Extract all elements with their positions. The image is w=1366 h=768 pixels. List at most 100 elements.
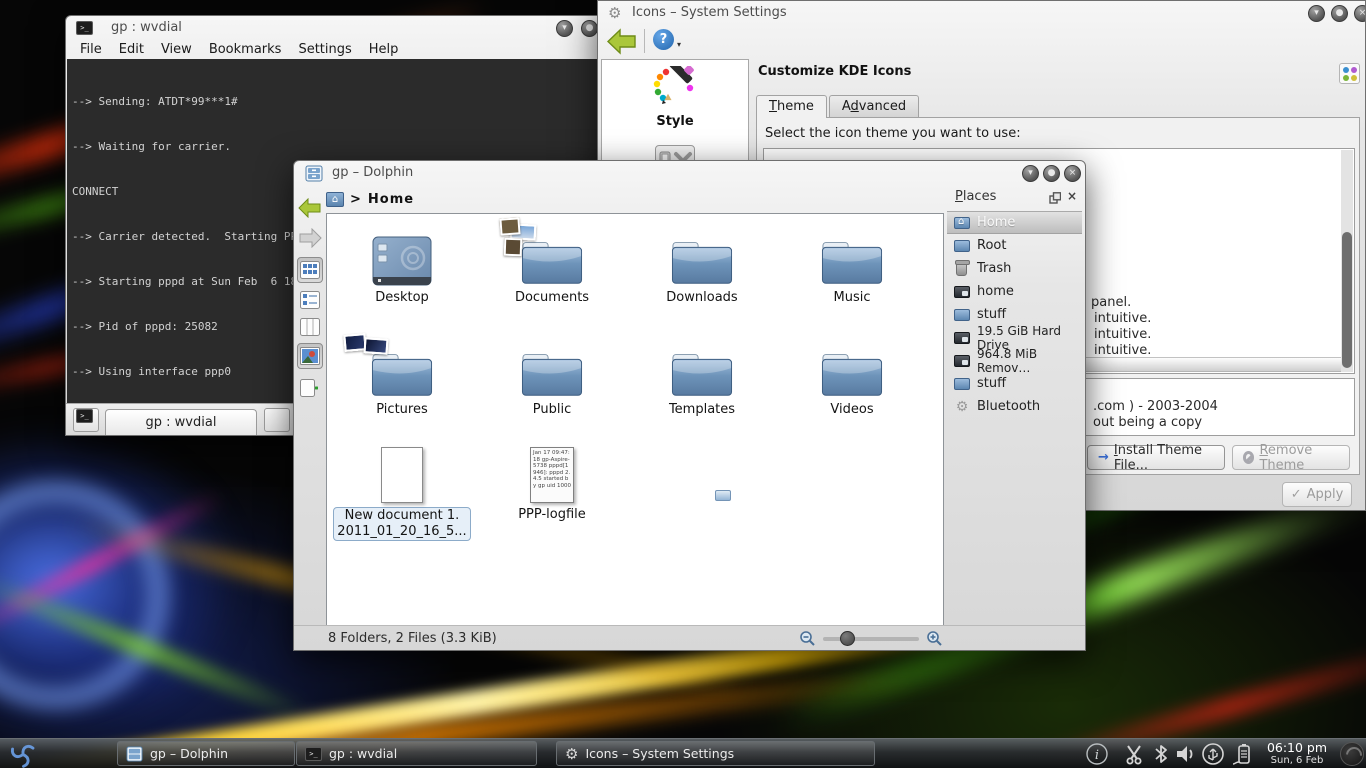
task-system-settings[interactable]: ⚙ Icons – System Settings — [556, 741, 875, 766]
place-label: stuff — [977, 307, 1006, 322]
back-button[interactable] — [606, 28, 638, 55]
terminal-tab[interactable]: gp : wvdial — [105, 409, 257, 435]
file-item-videos[interactable]: Videos — [782, 334, 922, 418]
file-label: Pictures — [332, 402, 472, 418]
split-view-button[interactable] — [297, 375, 323, 401]
dolphin-titlebar[interactable]: gp – Dolphin ▾ ● × — [294, 161, 1085, 185]
place-label: Home — [977, 215, 1015, 230]
preview-button[interactable] — [297, 343, 323, 369]
file-item-new-document[interactable]: New document 1.2011_01_20_16_5... — [332, 439, 472, 541]
folder-icon — [782, 222, 922, 286]
no-entry-icon — [1243, 451, 1254, 464]
tab-theme[interactable]: Theme — [756, 95, 827, 118]
terminal-icon: >_ — [76, 409, 93, 423]
text-preview-icon: Jan 17 09:47:18 gp-Aspire-5738 pppd[1946… — [482, 439, 622, 503]
file-item-templates[interactable]: Templates — [632, 334, 772, 418]
volume-icon[interactable] — [1174, 742, 1198, 766]
battery-icon[interactable] — [1230, 742, 1254, 766]
places-item-home[interactable]: Home — [947, 211, 1082, 234]
close-button[interactable]: × — [1064, 165, 1081, 182]
svg-text:i: i — [1095, 748, 1099, 763]
hard-drive-icon — [954, 332, 970, 344]
task-wvdial[interactable]: >_ gp : wvdial — [296, 741, 537, 766]
bluetooth-icon[interactable] — [1150, 742, 1172, 766]
detach-tab-button[interactable]: >_ — [264, 408, 290, 432]
terminal-line: --> Sending: ATDT*99***1# — [72, 94, 605, 109]
dolphin-file-view[interactable]: Desktop Documents — [326, 213, 944, 626]
maximize-button[interactable]: ● — [1043, 165, 1060, 182]
forward-button[interactable] — [297, 225, 323, 251]
file-label: Public — [482, 402, 622, 418]
notifications-icon[interactable]: i — [1085, 742, 1109, 766]
file-item-public[interactable]: Public — [482, 334, 622, 418]
float-panel-icon[interactable] — [1049, 192, 1061, 204]
install-theme-button[interactable]: → Install Theme File... — [1087, 445, 1225, 470]
terminal-icon: >_ — [305, 747, 322, 761]
close-button[interactable]: × — [1354, 5, 1366, 22]
terminal-titlebar[interactable]: >_ gp : wvdial ▾ ● × — [66, 16, 606, 40]
minimize-button[interactable]: ▾ — [556, 20, 573, 37]
maximize-button[interactable]: ● — [1331, 5, 1348, 22]
zoom-out-icon[interactable] — [799, 630, 816, 647]
launcher-icon[interactable] — [8, 740, 38, 768]
apply-button[interactable]: ✓ Apply — [1282, 482, 1352, 507]
help-button[interactable]: ? — [653, 29, 674, 50]
breadcrumb-home[interactable]: Home — [368, 192, 414, 207]
remove-theme-button[interactable]: Remove Theme — [1232, 445, 1350, 470]
file-item-ppp-logfile[interactable]: Jan 17 09:47:18 gp-Aspire-5738 pppd[1946… — [482, 439, 622, 523]
select-theme-label: Select the icon theme you want to use: — [765, 126, 1021, 141]
klipper-scissors-icon[interactable] — [1122, 742, 1146, 766]
file-item-pictures[interactable]: Pictures — [332, 334, 472, 418]
places-item-root[interactable]: Root — [947, 234, 1082, 257]
places-item-bluetooth[interactable]: ⚙ Bluetooth — [947, 395, 1082, 418]
zoom-slider-track[interactable] — [823, 637, 919, 641]
settings-titlebar[interactable]: ⚙ Icons – System Settings ▾ ● × — [598, 1, 1365, 25]
place-label: Bluetooth — [977, 399, 1040, 414]
page-title: Customize KDE Icons — [758, 64, 911, 79]
scrollbar-thumb[interactable] — [1342, 232, 1352, 368]
folder-icon — [632, 334, 772, 398]
place-label: home — [977, 284, 1014, 299]
file-item-desktop[interactable]: Desktop — [332, 222, 472, 306]
scrollbar[interactable] — [1341, 150, 1353, 372]
sidebar-item-style[interactable]: Style — [602, 60, 748, 129]
back-button[interactable] — [297, 195, 323, 221]
taskbar: gp – Dolphin >_ gp : wvdial ⚙ Icons – Sy… — [0, 738, 1366, 768]
place-label: 964.8 MiB Remov… — [977, 347, 1082, 375]
chevron-down-icon[interactable]: ▾ — [677, 40, 681, 49]
tab-advanced[interactable]: Advanced — [829, 95, 919, 117]
theme-list-text: intuitive. — [1094, 327, 1151, 342]
minimize-button[interactable]: ▾ — [1022, 165, 1039, 182]
panel-toolbox-icon[interactable] — [1340, 742, 1364, 766]
home-folder-icon[interactable]: ⌂ — [326, 192, 344, 207]
clock[interactable]: 06:10 pm Sun, 6 Feb — [1256, 740, 1338, 766]
file-label: PPP-logfile — [482, 507, 622, 523]
usb-device-icon[interactable] — [1200, 742, 1226, 766]
gear-icon: ⚙ — [608, 4, 621, 22]
dolphin-window: gp – Dolphin ▾ ● × ⌂ > Home — [293, 160, 1086, 651]
toolbar-separator — [644, 29, 645, 53]
minimize-button[interactable]: ▾ — [1308, 5, 1325, 22]
places-item-stuff2[interactable]: stuff — [947, 372, 1082, 395]
places-item-removable[interactable]: 964.8 MiB Remov… — [947, 349, 1082, 372]
theme-list-text: panel. — [1091, 295, 1131, 310]
zoom-slider-knob[interactable] — [840, 631, 855, 646]
file-item-downloads[interactable]: Downloads — [632, 222, 772, 306]
icons-view-button[interactable] — [297, 257, 323, 283]
places-item-trash[interactable]: Trash — [947, 257, 1082, 280]
columns-view-button[interactable] — [297, 314, 323, 340]
close-panel-icon[interactable]: × — [1067, 189, 1077, 203]
places-item-home-partition[interactable]: home — [947, 280, 1082, 303]
zoom-in-icon[interactable] — [926, 630, 943, 647]
home-icon — [954, 217, 970, 229]
file-item-music[interactable]: Music — [782, 222, 922, 306]
dolphin-icon — [305, 165, 323, 182]
gear-icon: ⚙ — [565, 745, 578, 763]
places-header: Places × — [947, 189, 1082, 211]
details-view-button[interactable] — [297, 287, 323, 313]
maximize-button[interactable]: ● — [581, 20, 598, 37]
sidebar-item-label: Style — [602, 114, 748, 129]
task-dolphin[interactable]: gp – Dolphin — [117, 741, 295, 766]
file-item-documents[interactable]: Documents — [482, 222, 622, 306]
forward-arrow-icon — [298, 228, 322, 248]
